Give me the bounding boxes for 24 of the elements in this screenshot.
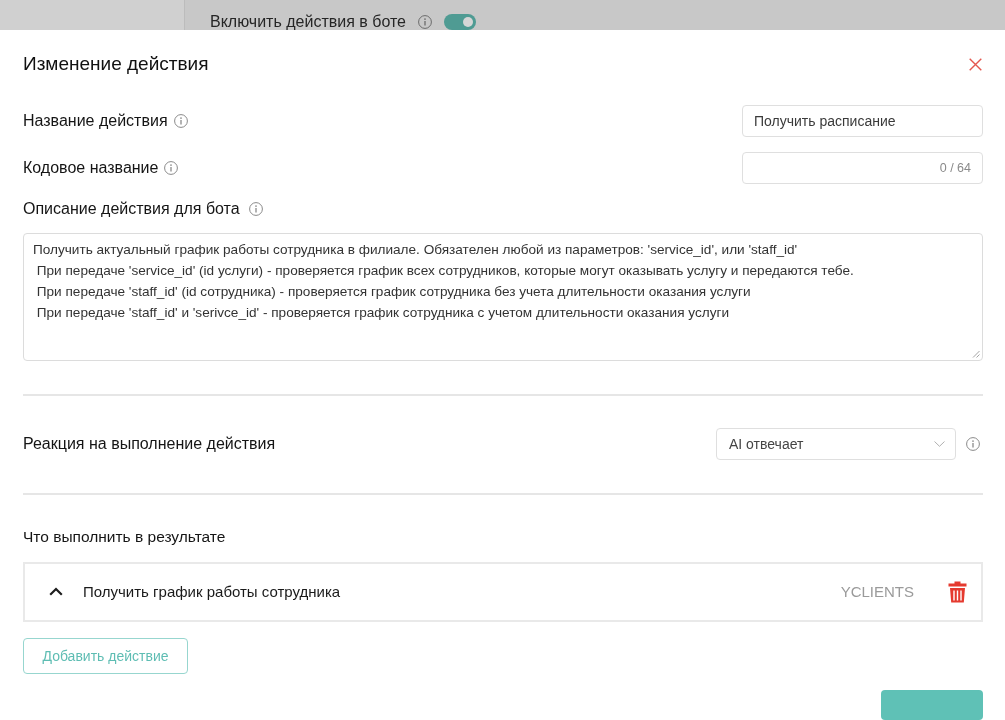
- field-label: Кодовое название: [23, 158, 159, 179]
- chevron-down-icon: [934, 440, 945, 447]
- input-field[interactable]: Получить расписание: [742, 105, 983, 138]
- info-icon[interactable]: [966, 436, 980, 451]
- close-icon[interactable]: [969, 57, 982, 71]
- input-field[interactable]: 0 / 64: [742, 152, 983, 185]
- action-title: Получить график работы сотрудника: [83, 583, 342, 601]
- field-label: Описание действия для бота: [23, 199, 240, 220]
- description-field[interactable]: Получить актуальный график работы сотрудника в филиале. Обязателен любой из параметров: 'service_id', или 'staff_id' При передаче 'service_id' (id услуги) - проверяется график всех сотрудников, которые могут оказывать услугу и передаются тебе. При передаче 'staff_id' (id сотрудника) - проверяется график сотрудника без учета длительности оказания услуги При передаче 'staff_id' и 'serivce_id' - проверяется график сотрудника с учетом длительности оказания услуги: [23, 233, 983, 361]
- dialog-title: Изменение действия: [23, 53, 209, 76]
- info-icon[interactable]: [173, 114, 188, 129]
- field-label: Название действия: [23, 111, 168, 132]
- chevron-up-icon[interactable]: [49, 587, 63, 597]
- reaction-dropdown[interactable]: AI отвечает: [716, 427, 956, 460]
- trash-icon[interactable]: [948, 580, 967, 603]
- info-icon[interactable]: [248, 202, 263, 217]
- toggle-switch[interactable]: [443, 13, 476, 30]
- section-heading: Что выполнить в результате: [23, 526, 227, 547]
- resize-grip-icon[interactable]: [972, 349, 980, 358]
- field-label: Реакция на выполнение действия: [23, 433, 277, 454]
- info-icon[interactable]: [164, 161, 179, 176]
- info-icon[interactable]: [417, 14, 432, 29]
- toggle-label: Включить действия в боте: [210, 13, 406, 30]
- source-label: YCLIENTS: [840, 583, 914, 601]
